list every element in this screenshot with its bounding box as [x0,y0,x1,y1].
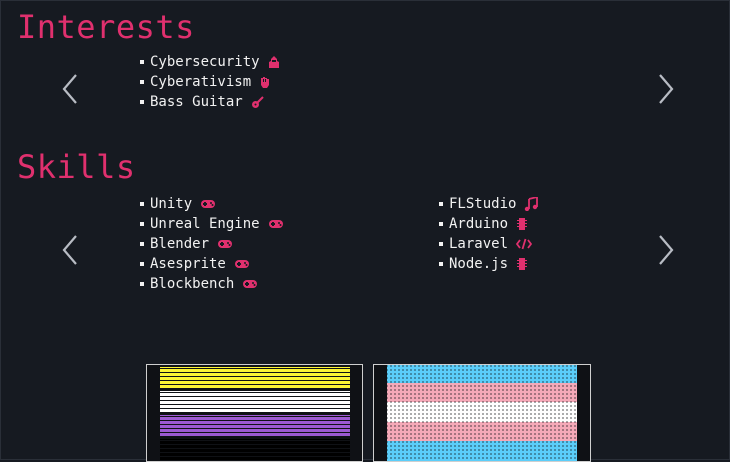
bullet [140,60,144,64]
interests-title: Interests [17,8,195,46]
bullet [439,242,443,246]
transgender-flag [374,365,590,461]
skill-label: Blender [150,236,210,252]
hacker-icon [268,55,280,69]
list-item: Blender [138,234,284,254]
chip-icon [516,257,528,271]
chevron-right-icon [659,235,674,265]
interests-next-arrow[interactable] [654,72,676,106]
interest-label: Cyberativism [150,74,252,90]
bullet [140,222,144,226]
gamepad-icon [234,259,250,269]
chip-icon [516,217,528,231]
interests-list: Cybersecurity Cyberativism Bass Guitar [138,52,280,112]
gamepad-icon [200,199,216,209]
bullet [140,242,144,246]
interest-label: Bass Guitar [150,94,243,110]
skill-label: Unreal Engine [150,216,260,232]
interest-label: Cybersecurity [150,54,260,70]
transgender-flag-card [373,364,591,462]
skills-list-left: Unity Unreal Engine Blender Asesprite Bl… [138,194,284,294]
skill-label: Blockbench [150,276,235,292]
skill-label: Asesprite [150,256,226,272]
bullet [140,100,144,104]
nonbinary-flag-card [146,364,363,462]
bullet [439,202,443,206]
list-item: Cybersecurity [138,52,280,72]
bullet [140,282,144,286]
guitar-icon [251,95,265,109]
skill-label: Unity [150,196,193,212]
nonbinary-flag [147,365,362,461]
fist-icon [259,75,271,89]
chevron-left-icon [62,74,77,104]
skill-label: Laravel [449,236,509,252]
music-note-icon [524,197,539,211]
interests-prev-arrow[interactable] [60,72,82,106]
list-item: Asesprite [138,254,284,274]
list-item: Bass Guitar [138,92,280,112]
page-frame [0,0,730,460]
list-item: Arduino [437,214,538,234]
list-item: Node.js [437,254,538,274]
bullet [140,262,144,266]
bullet [140,202,144,206]
skill-label: FLStudio [449,196,517,212]
bullet [439,222,443,226]
list-item: Laravel [437,234,538,254]
skill-label: Node.js [449,256,509,272]
skills-next-arrow[interactable] [654,233,676,267]
code-icon [516,238,533,250]
skills-prev-arrow[interactable] [60,233,82,267]
list-item: Cyberativism [138,72,280,92]
gamepad-icon [217,239,233,249]
chevron-right-icon [659,74,674,104]
skill-label: Arduino [449,216,509,232]
list-item: Blockbench [138,274,284,294]
gamepad-icon [242,279,258,289]
skills-list-right: FLStudio Arduino Laravel Node.js [437,194,539,274]
bullet [140,80,144,84]
gamepad-icon [268,219,284,229]
list-item: FLStudio [437,194,539,214]
list-item: Unity [138,194,284,214]
bullet [439,262,443,266]
skills-title: Skills [17,148,136,186]
chevron-left-icon [62,235,77,265]
list-item: Unreal Engine [138,214,284,234]
